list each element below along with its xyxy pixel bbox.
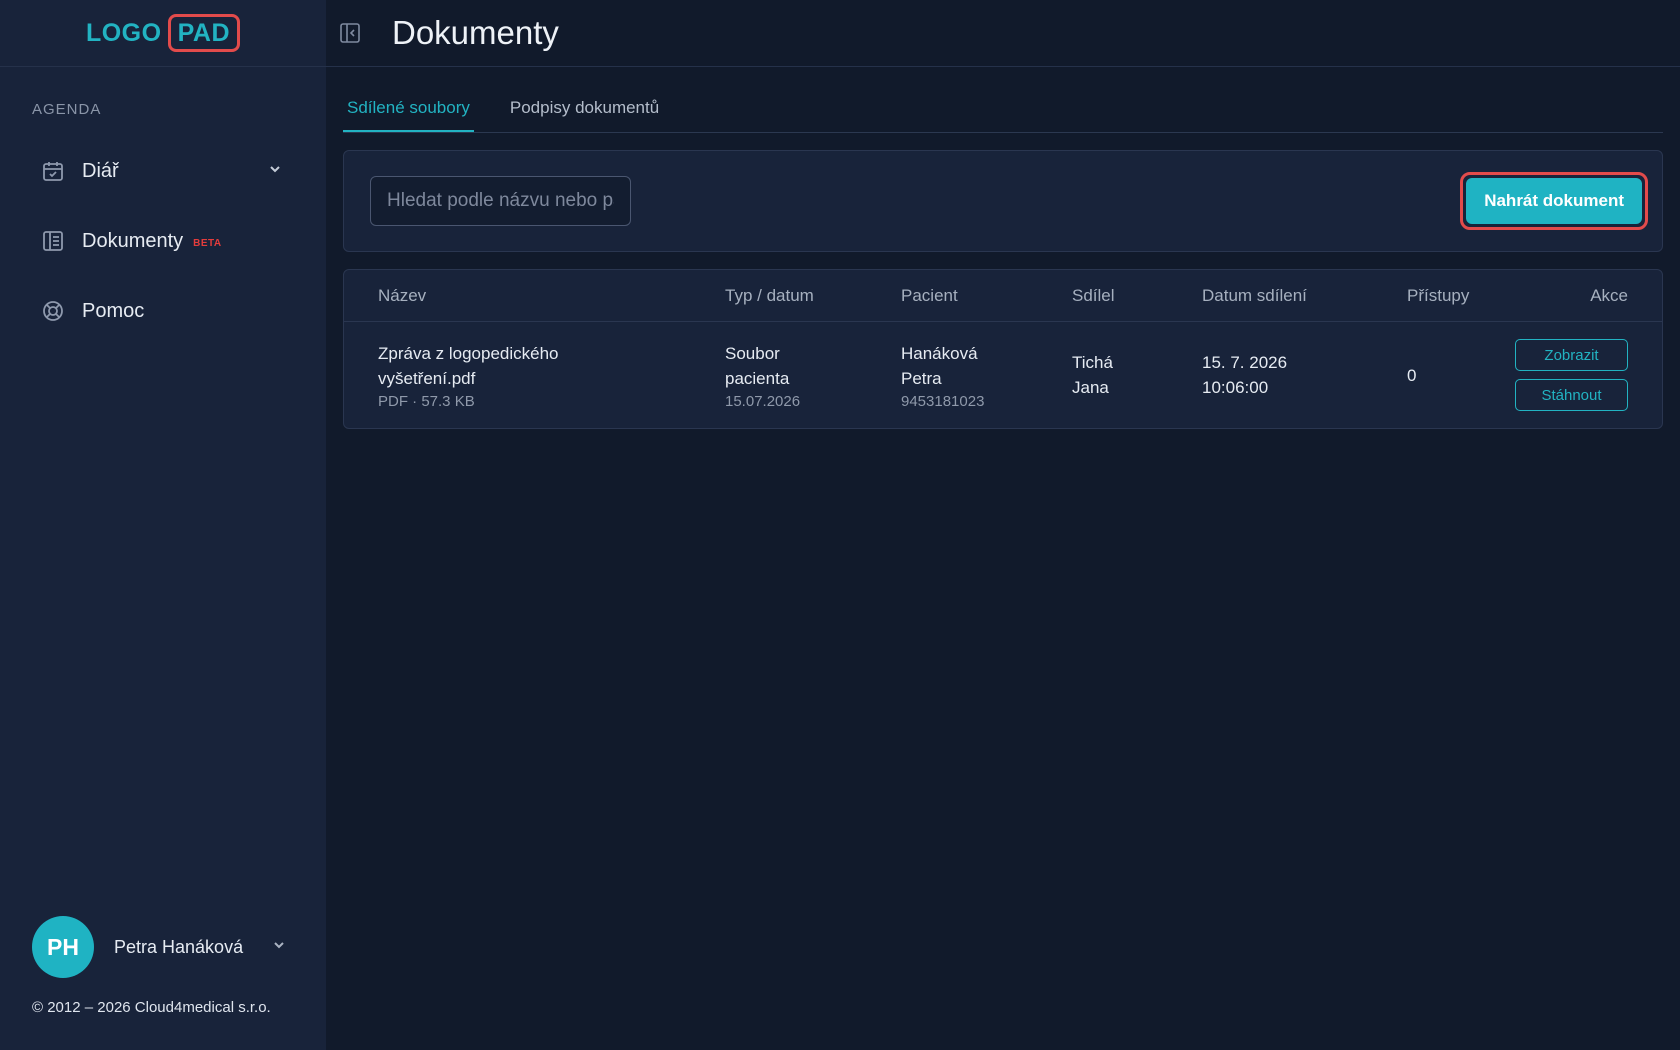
page-title: Dokumenty (392, 14, 559, 51)
document-name-line1: Zpráva z logopedického (378, 343, 559, 363)
sidebar-item-pomoc[interactable]: Pomoc (0, 276, 326, 346)
column-header-name[interactable]: Název (378, 286, 725, 306)
column-header-accesses[interactable]: Přístupy (1407, 286, 1507, 306)
beta-badge: BETA (193, 237, 222, 249)
documents-table: Název Typ / datum Pacient Sdílel Datum s… (343, 269, 1663, 429)
view-button[interactable]: Zobrazit (1515, 339, 1628, 371)
shared-by-firstname: Jana (1072, 378, 1109, 397)
avatar: PH (32, 916, 94, 978)
main-content: Dokumenty Sdílené soubory Podpisy dokume… (326, 0, 1680, 1050)
cell-shared-date: 15. 7. 2026 10:06:00 (1202, 350, 1407, 400)
tab-sdilene-soubory[interactable]: Sdílené soubory (343, 98, 474, 132)
tabs: Sdílené soubory Podpisy dokumentů (343, 91, 1663, 133)
logo-text-right: PAD (167, 14, 241, 52)
column-header-shared-by[interactable]: Sdílel (1072, 286, 1202, 306)
cell-type: Soubor pacienta 15.07.2026 (725, 341, 901, 410)
column-header-shared-date[interactable]: Datum sdílení (1202, 286, 1407, 306)
cell-shared-by: Tichá Jana (1072, 350, 1202, 400)
column-header-type[interactable]: Typ / datum (725, 286, 901, 306)
search-input[interactable] (370, 176, 631, 226)
patient-surname: Hanáková (901, 343, 978, 363)
accesses-count: 0 (1407, 365, 1417, 385)
type-date: 15.07.2026 (725, 392, 801, 410)
logo-text-left: LOGO (85, 18, 162, 47)
cell-document-name: Zpráva z logopedického vyšetření.pdf PDF… (378, 341, 725, 410)
toolbar: Nahrát dokument (343, 150, 1663, 252)
document-meta: PDF · 57.3 KB (378, 392, 475, 410)
lifebuoy-icon (40, 298, 66, 324)
table-row: Zpráva z logopedického vyšetření.pdf PDF… (344, 322, 1662, 428)
upload-highlight: Nahrát dokument (1460, 172, 1648, 230)
copyright: © 2012 – 2026 Cloud4medical s.r.o. (32, 999, 271, 1016)
sidebar-item-label: Diář (82, 159, 119, 182)
sidebar-item-label: Dokumenty (82, 229, 184, 252)
calendar-check-icon (40, 158, 66, 184)
shared-time: 10:06:00 (1202, 378, 1269, 397)
type-line1: Soubor (725, 343, 780, 363)
download-button[interactable]: Stáhnout (1515, 379, 1628, 411)
logo[interactable]: LOGO PAD (85, 14, 241, 52)
cell-actions: Zobrazit Stáhnout (1507, 339, 1628, 411)
user-name: Petra Hanáková (114, 936, 244, 957)
document-name-line2: vyšetření.pdf (378, 368, 476, 388)
sidebar-collapse-icon[interactable] (336, 19, 364, 47)
sidebar-nav: Diář Dokumenty BETA Pomoc (0, 136, 326, 346)
document-icon (40, 228, 66, 254)
patient-firstname: Petra (901, 368, 942, 388)
column-header-actions: Akce (1590, 285, 1628, 305)
app-root: LOGO PAD AGENDA Diář Dokumenty BETA Pomo… (0, 0, 1680, 1050)
section-label-agenda: AGENDA (32, 101, 102, 118)
table-header: Název Typ / datum Pacient Sdílel Datum s… (344, 270, 1662, 322)
chevron-down-icon[interactable] (272, 938, 286, 957)
sidebar: LOGO PAD AGENDA Diář Dokumenty BETA Pomo… (0, 0, 326, 1050)
cell-patient: Hanáková Petra 9453181023 (901, 341, 1072, 410)
topbar: Dokumenty (326, 0, 1680, 67)
sidebar-header: LOGO PAD (0, 0, 326, 67)
sidebar-item-dokumenty[interactable]: Dokumenty BETA (0, 206, 326, 276)
tab-podpisy-dokumentu[interactable]: Podpisy dokumentů (506, 98, 663, 132)
sidebar-item-label: Pomoc (82, 299, 145, 322)
upload-document-button[interactable]: Nahrát dokument (1466, 178, 1642, 224)
sidebar-item-diar[interactable]: Diář (0, 136, 326, 206)
user-menu[interactable]: PH Petra Hanáková (32, 916, 286, 978)
column-header-patient[interactable]: Pacient (901, 286, 1072, 306)
shared-by-surname: Tichá (1072, 353, 1113, 372)
shared-date: 15. 7. 2026 (1202, 353, 1288, 372)
type-line2: pacienta (725, 368, 790, 388)
patient-id: 9453181023 (901, 392, 985, 410)
cell-accesses: 0 (1407, 363, 1507, 388)
chevron-down-icon[interactable] (268, 162, 282, 181)
